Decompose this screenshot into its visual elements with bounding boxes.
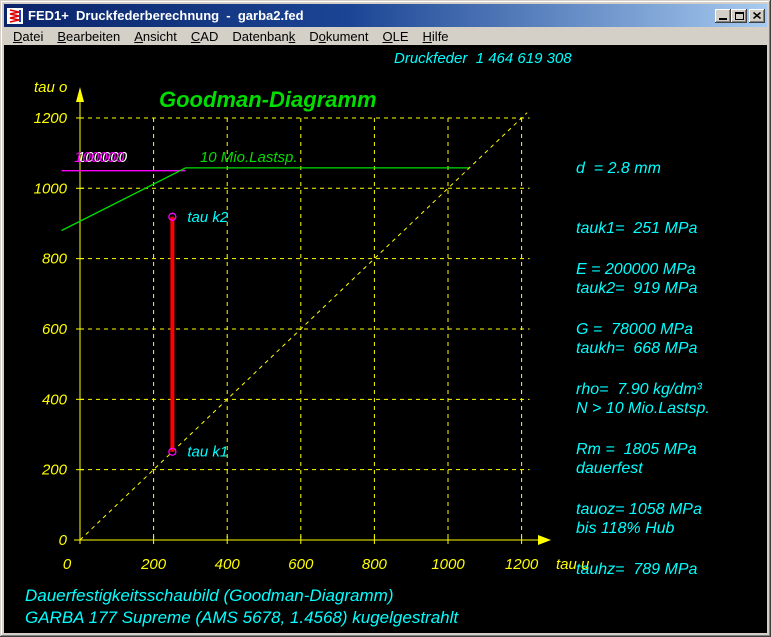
info-line: E = 200000 MPa bbox=[576, 260, 702, 280]
maximize-icon bbox=[735, 12, 744, 20]
svg-text:1200: 1200 bbox=[505, 556, 539, 573]
info-line: G = 78000 MPa bbox=[576, 320, 702, 340]
chart-annotation-1: 100000 bbox=[74, 149, 125, 166]
svg-text:600: 600 bbox=[288, 556, 314, 573]
info-line: bis 118% Hub bbox=[576, 519, 710, 539]
app-window: FED1+ Druckfederberechnung - garba2.fed … bbox=[0, 0, 771, 637]
chart-annotation-2: 10 Mio.Lastsp. bbox=[200, 149, 298, 166]
svg-text:400: 400 bbox=[42, 391, 68, 408]
minimize-icon bbox=[719, 18, 727, 20]
info-group-result: N > 10 Mio.Lastsp. dauerfest bis 118% Hu… bbox=[576, 359, 710, 579]
close-button[interactable] bbox=[749, 9, 765, 23]
footer-diagram-name: Dauerfestigkeitsschaubild (Goodman-Diagr… bbox=[25, 586, 393, 606]
menu-item-ole[interactable]: OLE bbox=[376, 28, 416, 45]
diagonal-tau-equal-line bbox=[80, 113, 527, 540]
menu-item-datenbank[interactable]: Datenbank bbox=[225, 28, 302, 45]
svg-text:600: 600 bbox=[42, 321, 68, 338]
svg-text:200: 200 bbox=[41, 462, 68, 479]
y-axis-label: tau o bbox=[34, 79, 67, 96]
spring-icon[interactable] bbox=[7, 8, 23, 24]
menubar: Datei Bearbeiten Ansicht CAD Datenbank D… bbox=[4, 27, 767, 45]
svg-text:0: 0 bbox=[59, 532, 68, 549]
window-controls bbox=[715, 9, 765, 23]
client-area: Druckfeder 1 464 619 308 Goodman-Diagram… bbox=[4, 45, 767, 633]
menu-item-bearbeiten[interactable]: Bearbeiten bbox=[50, 28, 127, 45]
window-title: FED1+ Druckfederberechnung - garba2.fed bbox=[28, 8, 715, 23]
footer-material-name: GARBA 177 Supreme (AMS 5678, 1.4568) kug… bbox=[25, 608, 458, 628]
grid-lines bbox=[80, 118, 530, 540]
menu-item-dokument[interactable]: Dokument bbox=[302, 28, 375, 45]
y-axis-arrow-icon bbox=[76, 87, 84, 102]
tau-k1-point-label: tau k1 bbox=[187, 444, 228, 461]
menu-item-ansicht[interactable]: Ansicht bbox=[127, 28, 184, 45]
info-line: dauerfest bbox=[576, 459, 710, 479]
maximize-button[interactable] bbox=[731, 9, 747, 23]
menu-item-cad[interactable]: CAD bbox=[184, 28, 225, 45]
tau-k2-point-label: tau k2 bbox=[187, 209, 229, 226]
titlebar[interactable]: FED1+ Druckfederberechnung - garba2.fed bbox=[4, 4, 767, 27]
minimize-button[interactable] bbox=[715, 9, 731, 23]
svg-text:200: 200 bbox=[140, 556, 167, 573]
axes bbox=[74, 87, 551, 545]
svg-text:800: 800 bbox=[362, 556, 388, 573]
svg-text:400: 400 bbox=[215, 556, 241, 573]
close-icon bbox=[753, 12, 761, 19]
svg-text:1200: 1200 bbox=[34, 110, 68, 127]
svg-text:1000: 1000 bbox=[34, 180, 68, 197]
goodman-dauerfest-line bbox=[62, 168, 470, 231]
info-line: d = 2.8 mm bbox=[576, 159, 697, 179]
svg-text:1000: 1000 bbox=[431, 556, 465, 573]
menu-item-datei[interactable]: Datei bbox=[6, 28, 50, 45]
menu-item-hilfe[interactable]: Hilfe bbox=[416, 28, 456, 45]
x-axis-arrow-icon bbox=[538, 535, 551, 545]
svg-text:0: 0 bbox=[63, 556, 72, 573]
info-line: N > 10 Mio.Lastsp. bbox=[576, 399, 710, 419]
svg-text:800: 800 bbox=[42, 251, 68, 268]
